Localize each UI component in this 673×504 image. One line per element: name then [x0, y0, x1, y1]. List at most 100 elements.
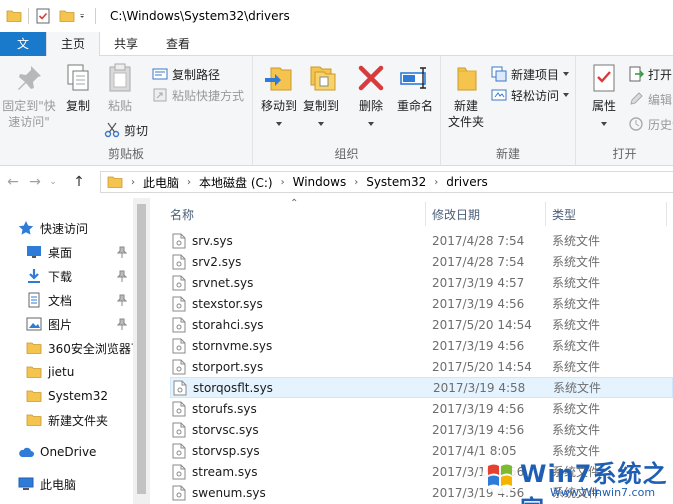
- customize-qa-dropdown-icon[interactable]: [79, 8, 89, 24]
- new-item-button[interactable]: 新建项目: [491, 64, 570, 84]
- file-name: storahci.sys: [192, 317, 264, 332]
- windows-logo-icon: [482, 458, 518, 494]
- ribbon: 固定到"快 速访问" 复制 粘贴 复制路径 粘贴快捷方式 剪切 剪贴板 移动到: [0, 56, 673, 166]
- file-row[interactable]: storvsc.sys 2017/3/19 4:56 系统文件: [170, 419, 673, 440]
- copy-to-button[interactable]: 复制到: [300, 62, 342, 130]
- column-divider[interactable]: [545, 202, 546, 226]
- tab-view[interactable]: 查看: [152, 32, 204, 56]
- copy-button[interactable]: 复制: [60, 62, 96, 114]
- navigation-pane-scrollbar[interactable]: [133, 198, 150, 504]
- nav-label: 桌面: [48, 245, 73, 260]
- nav-item-desktop[interactable]: 桌面: [0, 240, 133, 264]
- new-folder-icon[interactable]: [59, 8, 75, 24]
- nav-item-system32[interactable]: System32: [0, 384, 133, 408]
- easy-access-icon: [491, 89, 507, 101]
- title-bar: C:\Windows\System32\drivers: [0, 0, 673, 32]
- scrollbar-thumb[interactable]: [137, 204, 146, 494]
- copy-path-button[interactable]: 复制路径: [152, 64, 220, 84]
- column-header-name[interactable]: 名称: [170, 206, 194, 223]
- paste-shortcut-label: 粘贴快捷方式: [172, 88, 245, 103]
- easy-access-button[interactable]: 轻松访问: [491, 85, 570, 105]
- nav-item-jietu[interactable]: jietu: [0, 360, 133, 384]
- nav-label: jietu: [48, 365, 75, 379]
- paste-icon: [109, 63, 131, 92]
- up-button[interactable]: ↑: [68, 171, 90, 193]
- tab-file[interactable]: 文件: [0, 32, 46, 75]
- column-header-date[interactable]: 修改日期: [432, 206, 480, 223]
- file-row[interactable]: srv.sys 2017/4/28 7:54 系统文件: [170, 230, 673, 251]
- tab-home[interactable]: 主页: [46, 32, 101, 57]
- nav-item-onedrive[interactable]: OneDrive: [0, 440, 133, 464]
- chevron-right-icon[interactable]: ›: [187, 177, 191, 188]
- nav-item-this-pc[interactable]: 此电脑: [0, 472, 133, 496]
- move-to-button[interactable]: 移动到: [258, 62, 300, 130]
- copy-to-icon: [310, 66, 336, 91]
- pin-icon[interactable]: [117, 294, 127, 306]
- new-group: 新建 文件夹 新建项目 轻松访问 新建: [441, 56, 576, 166]
- forward-button[interactable]: →: [24, 171, 46, 193]
- delete-button[interactable]: 删除: [352, 62, 390, 130]
- system-file-icon: [172, 422, 186, 437]
- nav-item-pictures[interactable]: 图片: [0, 312, 133, 336]
- chevron-right-icon[interactable]: ›: [281, 177, 285, 188]
- open-group: 属性 打开 编辑 历史记 打开: [576, 56, 673, 166]
- file-row[interactable]: storqosflt.sys 2017/3/19 4:58 系统文件: [170, 377, 673, 398]
- tab-share[interactable]: 共享: [100, 32, 152, 56]
- nav-label: 图片: [48, 317, 73, 332]
- file-row[interactable]: stexstor.sys 2017/3/19 4:56 系统文件: [170, 293, 673, 314]
- breadcrumb-drivers[interactable]: drivers: [446, 175, 488, 189]
- folder-icon: [107, 176, 123, 188]
- file-row[interactable]: srvnet.sys 2017/3/19 4:57 系统文件: [170, 272, 673, 293]
- pin-icon: [18, 66, 41, 90]
- history-button[interactable]: 历史记: [628, 114, 673, 134]
- column-header-type[interactable]: 类型: [552, 206, 576, 223]
- paste-shortcut-button[interactable]: 粘贴快捷方式: [152, 85, 244, 105]
- pin-quick-access-button[interactable]: 固定到"快 速访问": [2, 62, 56, 130]
- rename-button[interactable]: 重命名: [392, 62, 438, 114]
- column-divider[interactable]: [425, 202, 426, 226]
- system-file-icon: [172, 359, 186, 374]
- nav-item-quick-access[interactable]: 快速访问: [0, 216, 133, 240]
- properties-check-icon[interactable]: [35, 8, 51, 24]
- file-row[interactable]: storport.sys 2017/5/20 14:54 系统文件: [170, 356, 673, 377]
- breadcrumb-local-disk[interactable]: 本地磁盘 (C:): [199, 174, 273, 191]
- nav-item-360-browser[interactable]: 360安全浏览器下: [0, 336, 133, 360]
- address-bar[interactable]: › 此电脑 › 本地磁盘 (C:) › Windows › System32 ›…: [100, 171, 673, 193]
- history-icon: [629, 117, 643, 131]
- file-row[interactable]: storufs.sys 2017/3/19 4:56 系统文件: [170, 398, 673, 419]
- breadcrumb-windows[interactable]: Windows: [293, 175, 347, 189]
- chevron-right-icon[interactable]: ›: [354, 177, 358, 188]
- star-icon: [18, 221, 34, 235]
- file-row[interactable]: stornvme.sys 2017/3/19 4:56 系统文件: [170, 335, 673, 356]
- file-row[interactable]: srv2.sys 2017/4/28 7:54 系统文件: [170, 251, 673, 272]
- column-divider[interactable]: [666, 202, 667, 226]
- edit-button[interactable]: 编辑: [628, 89, 672, 109]
- clipboard-group-label: 剪贴板: [107, 147, 144, 161]
- nav-item-downloads[interactable]: 下载: [0, 264, 133, 288]
- file-type: 系统文件: [552, 255, 601, 269]
- system-file-icon: [172, 485, 186, 500]
- open-icon: [629, 66, 644, 82]
- recent-locations-button[interactable]: ⌄: [46, 171, 60, 193]
- breadcrumb-system32[interactable]: System32: [366, 175, 426, 189]
- cut-button[interactable]: 剪切: [104, 120, 148, 140]
- nav-label: OneDrive: [40, 445, 97, 459]
- pin-icon[interactable]: [117, 270, 127, 282]
- nav-item-documents[interactable]: 文档: [0, 288, 133, 312]
- open-button[interactable]: 打开: [628, 64, 672, 84]
- file-row[interactable]: storahci.sys 2017/5/20 14:54 系统文件: [170, 314, 673, 335]
- paste-button[interactable]: 粘贴: [102, 62, 138, 114]
- back-button[interactable]: ←: [2, 171, 24, 193]
- navigation-pane: 快速访问 桌面 下载 文档 图片 360安全浏览器下 jietu System3…: [0, 198, 133, 504]
- properties-button[interactable]: 属性: [584, 62, 624, 130]
- open-group-label: 打开: [612, 147, 637, 161]
- file-type: 系统文件: [552, 297, 601, 311]
- chevron-right-icon[interactable]: ›: [434, 177, 438, 188]
- new-folder-button[interactable]: 新建 文件夹: [445, 62, 487, 130]
- nav-item-new-folder[interactable]: 新建文件夹: [0, 408, 133, 432]
- chevron-right-icon[interactable]: ›: [131, 177, 135, 188]
- breadcrumb-this-pc[interactable]: 此电脑: [143, 174, 179, 191]
- system-file-icon: [172, 275, 186, 290]
- pin-icon[interactable]: [117, 318, 127, 330]
- pin-icon[interactable]: [117, 246, 127, 258]
